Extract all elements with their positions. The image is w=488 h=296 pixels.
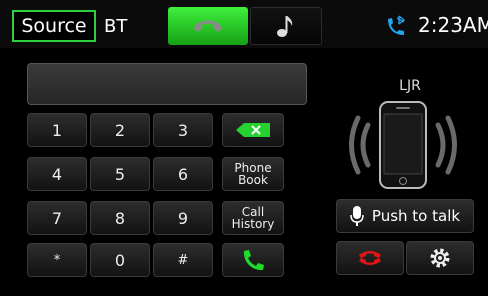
key-6[interactable]: 6: [153, 157, 213, 191]
tab-music[interactable]: [250, 7, 322, 45]
tab-phone[interactable]: [168, 7, 248, 45]
connected-phone-icon: [349, 101, 457, 189]
key-7[interactable]: 7: [27, 201, 87, 235]
phone-call-icon: [243, 250, 264, 271]
backspace-button[interactable]: [222, 113, 284, 147]
key-9[interactable]: 9: [153, 201, 213, 235]
phonebook-button[interactable]: Phone Book: [222, 157, 284, 191]
key-3[interactable]: 3: [153, 113, 213, 147]
key-4[interactable]: 4: [27, 157, 87, 191]
clock: 2:23AM: [418, 13, 488, 37]
key-1[interactable]: 1: [27, 113, 87, 147]
call-history-label-line2: History: [231, 217, 275, 231]
handset-icon: [194, 20, 222, 32]
source-button[interactable]: Source: [12, 10, 96, 42]
settings-button[interactable]: [406, 241, 474, 275]
phonebook-label-line2: Book: [238, 173, 268, 187]
source-value: BT: [104, 15, 128, 37]
transfer-audio-button[interactable]: [336, 241, 404, 275]
backspace-icon: [236, 123, 270, 137]
call-history-button[interactable]: Call History: [222, 201, 284, 235]
audio-transfer-icon: [359, 251, 381, 265]
key-hash[interactable]: #: [153, 243, 213, 277]
push-to-talk-label: Push to talk: [371, 207, 461, 225]
key-5[interactable]: 5: [90, 157, 150, 191]
bluetooth-call-status-icon: [388, 15, 406, 35]
key-0[interactable]: 0: [90, 243, 150, 277]
key-2[interactable]: 2: [90, 113, 150, 147]
device-name: LJR: [399, 78, 421, 94]
key-8[interactable]: 8: [90, 201, 150, 235]
call-button[interactable]: [222, 243, 284, 277]
music-note-icon: [277, 16, 293, 37]
gear-icon: [430, 248, 450, 268]
number-display: [27, 63, 307, 105]
microphone-icon: [350, 206, 364, 226]
push-to-talk-button[interactable]: Push to talk: [336, 199, 474, 233]
key-star[interactable]: *: [27, 243, 87, 277]
